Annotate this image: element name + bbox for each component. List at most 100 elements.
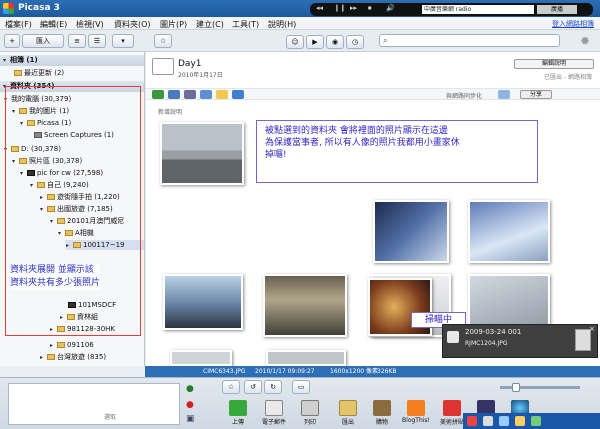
annotation-tree-note: 資料夾展開 並顯示該 資料夾共有多少張照片 — [10, 264, 101, 290]
rotate-left-button[interactable]: ↺ — [244, 380, 262, 394]
envelope-icon — [265, 400, 283, 416]
menu-view[interactable]: 檢視(V) — [76, 19, 104, 30]
people-filter-icon[interactable]: ☺ — [286, 35, 304, 49]
clock-filter-icon[interactable]: ◷ — [346, 35, 364, 49]
photo-thumbnail[interactable] — [468, 200, 550, 263]
zoom-slider[interactable] — [500, 383, 580, 392]
photo-thumbnail[interactable] — [163, 274, 243, 330]
menu-tools[interactable]: 工具(T) — [232, 19, 259, 30]
system-tray — [463, 413, 600, 429]
add-description-link[interactable]: 新增說明 — [158, 107, 182, 116]
tree-item-taiwan-travel[interactable]: ▸ 台灣旅遊 (835) — [40, 352, 106, 362]
photo-thumbnail[interactable] — [266, 350, 346, 366]
collapse-arrow-icon[interactable]: ▾ — [3, 55, 10, 66]
albums-group-header[interactable]: ▾ 相簿 (1) — [0, 55, 144, 66]
upload-button[interactable]: 上傳 — [220, 400, 256, 426]
video-filter-icon[interactable]: ▶ — [306, 35, 324, 49]
tree-item-091106[interactable]: ▸ 091106 — [50, 340, 94, 350]
menu-file[interactable]: 檔案(F) — [5, 19, 32, 30]
photo-library-pane: Day1 2010年1月17日 編輯說明 已匯出 - 網路相簿 與網路同步化 分… — [146, 52, 600, 366]
annotation-callout: 被點選到的資料夾 會將裡面的照片顯示在這邊 為保護當事者, 所以有人像的照片我都… — [256, 120, 538, 183]
collage-icon[interactable] — [168, 90, 180, 99]
photo-thumbnail[interactable] — [373, 200, 449, 263]
sync-toggle-icon[interactable] — [498, 90, 510, 99]
clear-icon[interactable]: ● — [186, 400, 194, 410]
info-dimensions: 1600x1200 像素 — [330, 368, 378, 375]
photo-thumbnail[interactable] — [263, 274, 347, 337]
collage-tool-icon — [443, 400, 461, 416]
shop-icon — [373, 400, 391, 416]
scan-progress-popup: 2009-03-24 001 RJMC1204.JPG × — [442, 324, 598, 358]
people-icon[interactable] — [232, 90, 244, 99]
tray-app-icon[interactable] — [531, 416, 541, 426]
menu-picture[interactable]: 圖片(P) — [160, 19, 187, 30]
pause-icon[interactable]: ❙❙ — [334, 4, 346, 12]
tray-app-icon[interactable] — [499, 416, 509, 426]
zoom-slider-handle[interactable] — [512, 383, 520, 392]
tray-app-icon[interactable] — [483, 416, 493, 426]
shop-button[interactable]: 購物 — [364, 400, 400, 426]
photo-thumbnail[interactable] — [160, 122, 244, 185]
email-button[interactable]: 電子郵件 — [256, 400, 292, 426]
list-view-icon[interactable]: ≡ — [68, 34, 86, 48]
close-icon[interactable]: × — [589, 325, 595, 333]
stop-icon[interactable]: ⏹ — [368, 4, 372, 13]
sync-label: 與網路同步化 — [446, 93, 483, 100]
search-input[interactable]: ⌕ — [379, 34, 560, 47]
info-filesize: 326KB — [377, 368, 397, 375]
hold-icon[interactable]: ● — [186, 384, 194, 394]
movie-icon[interactable] — [184, 90, 196, 99]
folder-icon — [152, 58, 174, 75]
upload-icon[interactable] — [200, 90, 212, 99]
export-button[interactable]: 匯出 — [330, 400, 366, 426]
add-icon[interactable]: + — [4, 34, 20, 48]
album-title: Day1 — [178, 59, 202, 69]
info-filename: CIMC6343.JPG — [203, 368, 246, 375]
blogthis-button[interactable]: BlogThis! — [398, 400, 434, 424]
photo-info-bar: CIMC6343.JPG 2010/1/17 09:09:27 1600x120… — [145, 366, 600, 377]
print-button[interactable]: 列印 — [292, 400, 328, 426]
star-button[interactable]: ☆ — [222, 380, 240, 394]
folder-tree-panel: ▾ 相簿 (1) 最近更新 (2) ▾ 資料夾 (354) ▾ 我的電腦 (30,37… — [0, 52, 145, 366]
geo-filter-icon[interactable]: ◉ — [326, 35, 344, 49]
tray-app-icon[interactable] — [515, 416, 525, 426]
menu-bar: 檔案(F) 編輯(E) 檢視(V) 資料夾(O) 圖片(P) 建立(C) 工具(… — [0, 17, 600, 30]
blogger-icon — [407, 400, 425, 416]
folder-button[interactable]: ▭ — [292, 380, 310, 394]
share-button[interactable]: 分享 — [520, 90, 552, 99]
album-date: 2010年1月17日 — [178, 72, 223, 79]
rotate-right-button[interactable]: ↻ — [264, 380, 282, 394]
tray-app-icon[interactable] — [467, 416, 477, 426]
broadcast-button[interactable]: 廣播 — [537, 5, 577, 14]
export-folder-icon — [339, 400, 357, 416]
tree-item-recent[interactable]: 最近更新 (2) — [14, 68, 64, 78]
window-title: Picasa 3 — [18, 3, 60, 13]
web-albums-sign-in-link[interactable]: 登入網路相簿 — [552, 19, 594, 29]
menu-edit[interactable]: 編輯(E) — [40, 19, 67, 30]
album-header: Day1 2010年1月17日 編輯說明 已匯出 - 網路相簿 — [146, 52, 600, 90]
menu-create[interactable]: 建立(C) — [196, 19, 224, 30]
radio-station-field[interactable]: 中廣音樂網 radio — [422, 5, 534, 14]
star-icon[interactable] — [216, 90, 228, 99]
forward-icon[interactable]: ▸▸ — [350, 4, 357, 12]
rewind-icon[interactable]: ◂◂ — [316, 4, 323, 12]
label-icon[interactable]: ▣ — [186, 414, 195, 424]
volume-icon[interactable]: 🔊 — [386, 4, 395, 12]
settings-gear-icon[interactable]: ✹ — [580, 34, 590, 48]
upload-arrow-icon — [229, 400, 247, 416]
edit-description-button[interactable]: 編輯說明 — [514, 59, 594, 69]
import-button[interactable]: 匯入 — [22, 34, 64, 48]
photo-tray[interactable]: 選取 — [8, 383, 180, 425]
sync-status: 已匯出 - 網路相簿 — [544, 74, 592, 81]
play-slideshow-icon[interactable] — [152, 90, 164, 99]
info-datetime: 2010/1/17 09:09:27 — [255, 368, 315, 375]
title-bar: Picasa 3 ◂◂ ❙❙ ▸▸ ⏹ 🔊 中廣音樂網 radio 廣播 — [0, 0, 600, 17]
tree-view-icon[interactable]: ☰ — [88, 34, 106, 48]
search-icon: ⌕ — [383, 36, 388, 45]
menu-help[interactable]: 說明(H) — [268, 19, 296, 30]
photo-thumbnail[interactable] — [170, 350, 232, 366]
sort-icon[interactable]: ▾ — [112, 34, 134, 48]
star-filter-icon[interactable]: ☆ — [154, 34, 172, 48]
import-label: 匯入 — [36, 37, 50, 45]
menu-folder[interactable]: 資料夾(O) — [114, 19, 151, 30]
